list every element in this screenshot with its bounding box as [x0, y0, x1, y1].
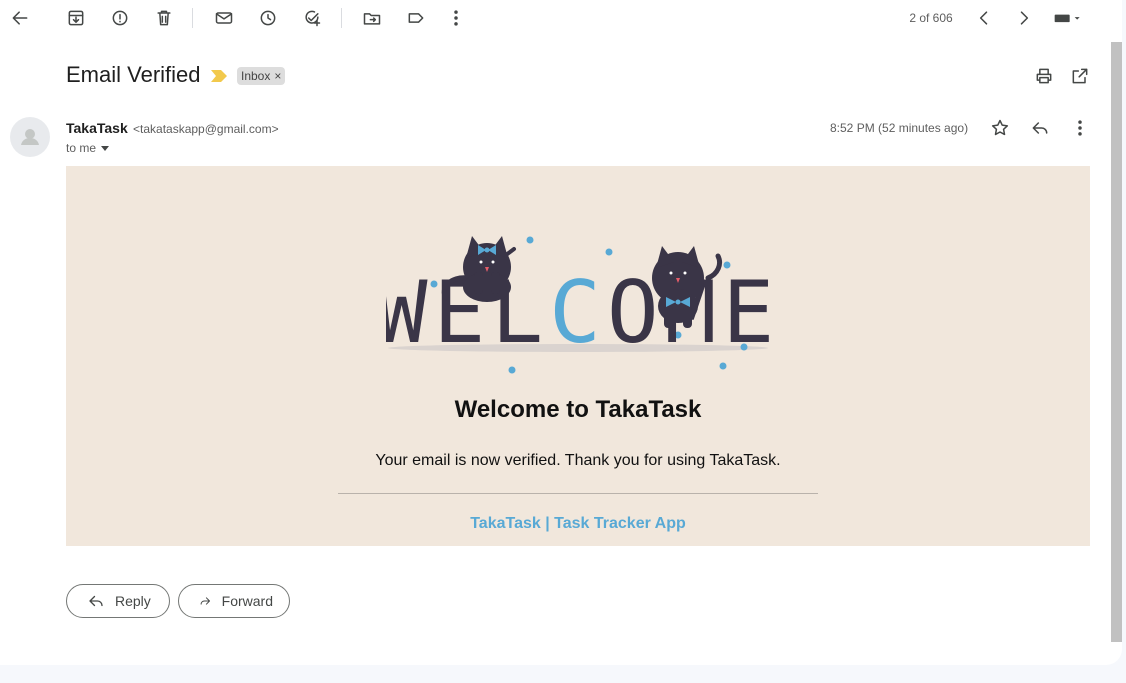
previous-icon[interactable] [972, 6, 996, 30]
forward-button-label: Forward [221, 593, 273, 609]
add-to-tasks-icon[interactable] [300, 6, 324, 30]
scrollbar[interactable] [1111, 42, 1122, 642]
email-subject: Email Verified [66, 62, 201, 87]
recipient-text: to me [66, 141, 97, 155]
forward-icon [200, 597, 211, 605]
print-icon[interactable] [1032, 64, 1056, 88]
email-footer-link[interactable]: TakaTask | Task Tracker App [66, 515, 1090, 533]
person-icon [21, 129, 39, 145]
reply-button-label: Reply [115, 593, 151, 609]
reply-icon [89, 595, 103, 607]
next-icon[interactable] [1012, 6, 1036, 30]
more-options-icon[interactable] [1068, 116, 1092, 140]
delete-icon[interactable] [152, 6, 176, 30]
input-tools-keyboard-icon[interactable] [1050, 6, 1086, 30]
sender-name[interactable]: TakaTask [66, 120, 128, 136]
email-content-banner: WELCOME Welcome [66, 166, 1090, 546]
archive-icon[interactable] [64, 6, 88, 30]
toolbar-divider [341, 8, 342, 28]
toolbar-divider [192, 8, 193, 28]
welcome-illustration: WELCOME [386, 236, 780, 374]
move-to-icon[interactable] [360, 6, 384, 30]
timestamp: 8:52 PM (52 minutes ago) [830, 121, 969, 135]
email-body-text: Your email is now verified. Thank you fo… [375, 452, 781, 469]
inbox-label-chip: Inbox × [237, 67, 286, 85]
report-spam-icon[interactable] [108, 6, 132, 30]
message-panel: 2 of 606 Email Verified Inbox × TakaTask… [0, 0, 1122, 665]
forward-button[interactable]: Forward [178, 584, 290, 618]
back-arrow-icon[interactable] [8, 6, 32, 30]
reply-button[interactable]: Reply [66, 584, 170, 618]
reply-icon[interactable] [1028, 116, 1052, 140]
label-icon[interactable] [404, 6, 428, 30]
welcome-word: WELCOME [386, 263, 780, 363]
more-vertical-icon[interactable] [444, 6, 468, 30]
open-new-window-icon[interactable] [1068, 64, 1092, 88]
email-heading: Welcome to TakaTask [454, 396, 702, 423]
pager-count: 2 of 606 [909, 11, 953, 25]
caret-down-icon [101, 146, 110, 151]
divider-line [338, 493, 818, 494]
sender-email: <takataskapp@gmail.com> [133, 122, 279, 136]
snooze-clock-icon[interactable] [256, 6, 280, 30]
star-icon[interactable] [988, 116, 1012, 140]
remove-label-icon[interactable]: × [274, 67, 281, 85]
recipient-details[interactable]: to me [66, 141, 110, 155]
sender-avatar[interactable] [10, 117, 50, 157]
importance-marker-icon[interactable] [211, 69, 227, 87]
label-chip-text: Inbox [241, 69, 271, 83]
mark-unread-icon[interactable] [212, 6, 236, 30]
